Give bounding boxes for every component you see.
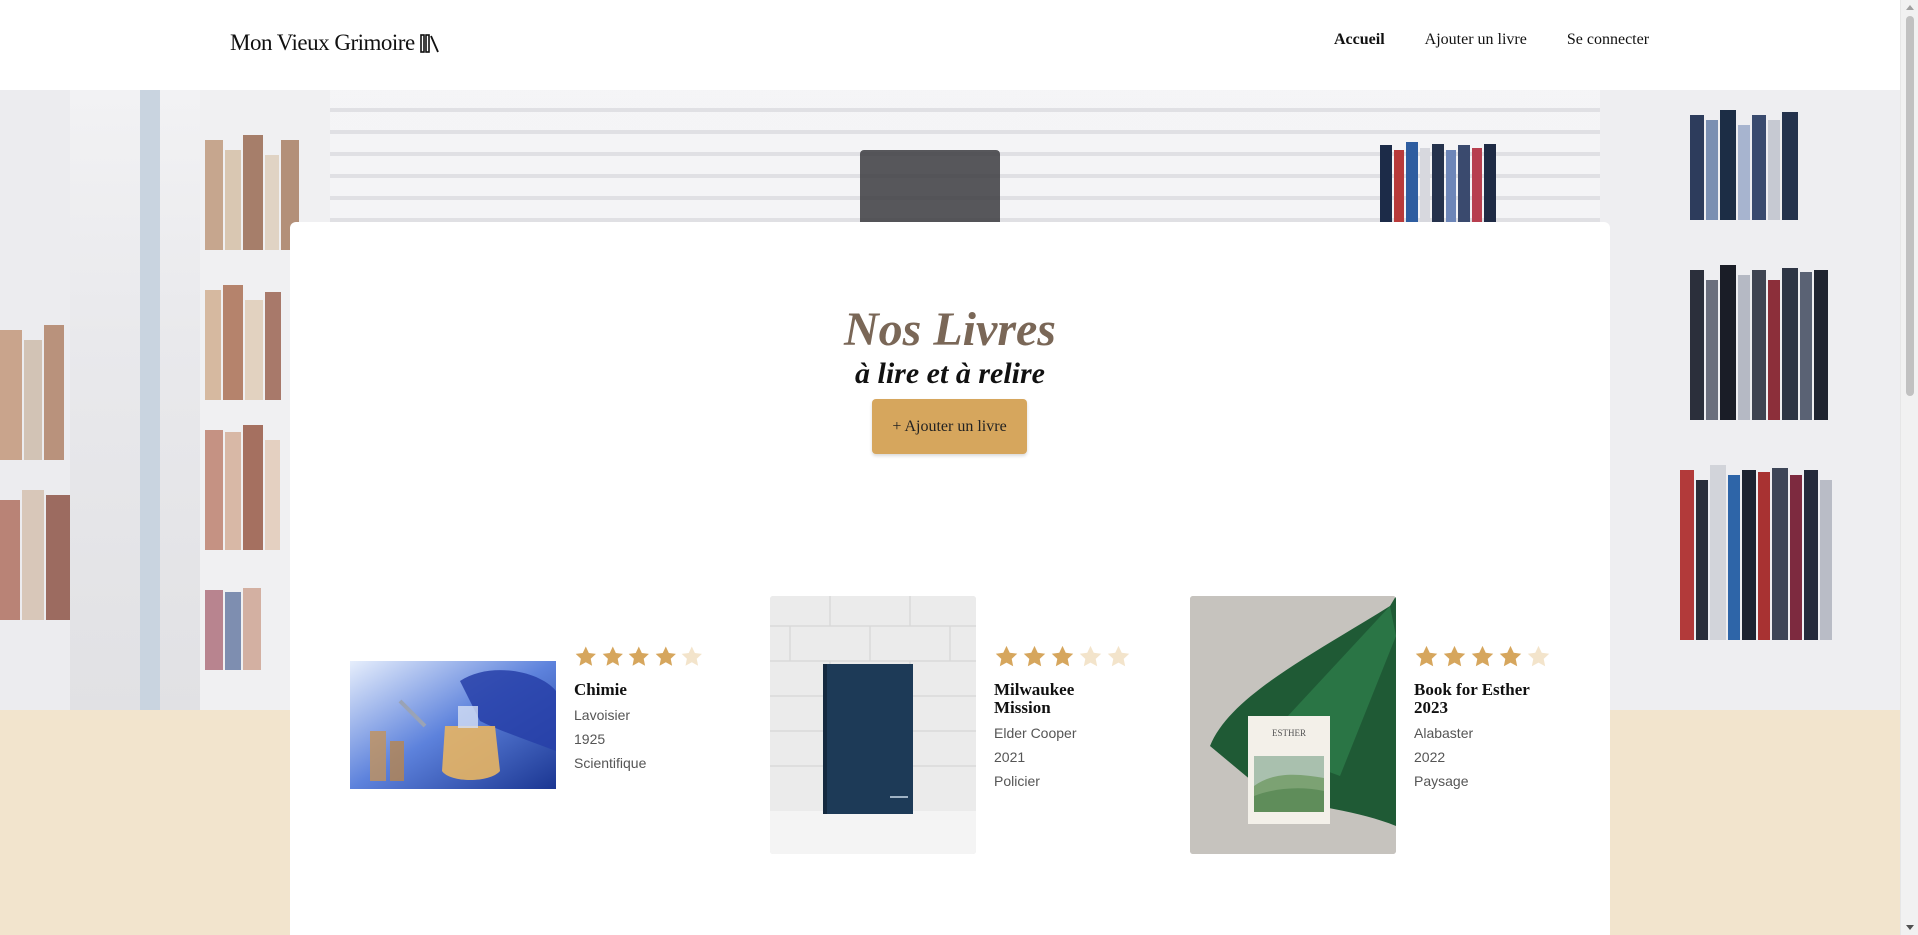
star-filled-icon — [1471, 645, 1494, 667]
book-cover-image: ESTHER — [1190, 596, 1396, 854]
page-subtitle: à lire et à relire — [855, 357, 1045, 390]
book-genre: Paysage — [1414, 773, 1469, 789]
scroll-down-arrow-icon[interactable] — [1906, 925, 1914, 930]
star-filled-icon — [602, 646, 623, 666]
book-cover-image — [770, 596, 976, 854]
star-empty-icon — [682, 646, 703, 666]
nav-item-ajouter-livre[interactable]: Ajouter un livre — [1425, 31, 1527, 49]
nav-item-se-connecter[interactable]: Se connecter — [1567, 31, 1649, 49]
book-year: 1925 — [574, 731, 606, 747]
book-title: Chimie — [574, 680, 627, 699]
book-cover-image — [350, 661, 556, 789]
book-author: Elder Cooper — [994, 725, 1077, 741]
star-filled-icon — [1443, 645, 1466, 667]
book-card[interactable]: Milwaukee Mission Elder Cooper 2021 Poli… — [770, 596, 1140, 856]
scroll-thumb[interactable] — [1906, 16, 1914, 396]
books-icon — [419, 34, 439, 53]
star-filled-icon — [1023, 645, 1046, 667]
star-empty-icon — [1527, 645, 1550, 667]
books-panel: Nos Livres à lire et à relire + Ajouter … — [290, 222, 1610, 935]
main-nav: Accueil Ajouter un livre Se connecter — [1334, 31, 1649, 49]
star-empty-icon — [1079, 645, 1102, 667]
star-filled-icon — [575, 646, 596, 666]
nav-item-accueil[interactable]: Accueil — [1334, 31, 1385, 49]
logo-text: Mon Vieux Grimoire — [230, 30, 415, 55]
star-filled-icon — [995, 645, 1018, 667]
book-year: 2022 — [1414, 749, 1446, 765]
book-card[interactable]: Chimie Lavoisier 1925 Scientifique — [350, 596, 703, 856]
scroll-up-arrow-icon[interactable] — [1906, 5, 1914, 10]
star-filled-icon — [1051, 645, 1074, 667]
book-year: 2021 — [994, 749, 1026, 765]
site-logo[interactable]: Mon Vieux Grimoire — [230, 30, 441, 56]
book-genre: Scientifique — [574, 755, 647, 771]
book-title: Milwaukee Mission — [994, 680, 1075, 717]
star-filled-icon — [655, 646, 676, 666]
site-header: Mon Vieux Grimoire Accueil Ajouter un li… — [0, 0, 1900, 90]
star-empty-icon — [1107, 645, 1130, 667]
star-filled-icon — [1415, 645, 1438, 667]
vertical-scrollbar[interactable] — [1900, 0, 1918, 935]
book-genre: Policier — [994, 773, 1040, 789]
book-title: Book for Esther 2023 — [1414, 680, 1530, 717]
star-filled-icon — [628, 646, 650, 666]
rating-stars — [994, 644, 1134, 671]
book-card[interactable]: ESTHER Book for Esther 2023 Alabaster 20… — [1190, 596, 1560, 856]
page-title: Nos Livres — [844, 303, 1056, 356]
star-filled-icon — [1499, 645, 1522, 667]
add-book-button[interactable]: + Ajouter un livre — [872, 399, 1027, 454]
cover-title-text: ESTHER — [1272, 728, 1306, 738]
rating-stars — [1414, 644, 1554, 671]
book-author: Alabaster — [1414, 725, 1474, 741]
rating-stars — [574, 644, 704, 671]
book-author: Lavoisier — [574, 707, 631, 723]
